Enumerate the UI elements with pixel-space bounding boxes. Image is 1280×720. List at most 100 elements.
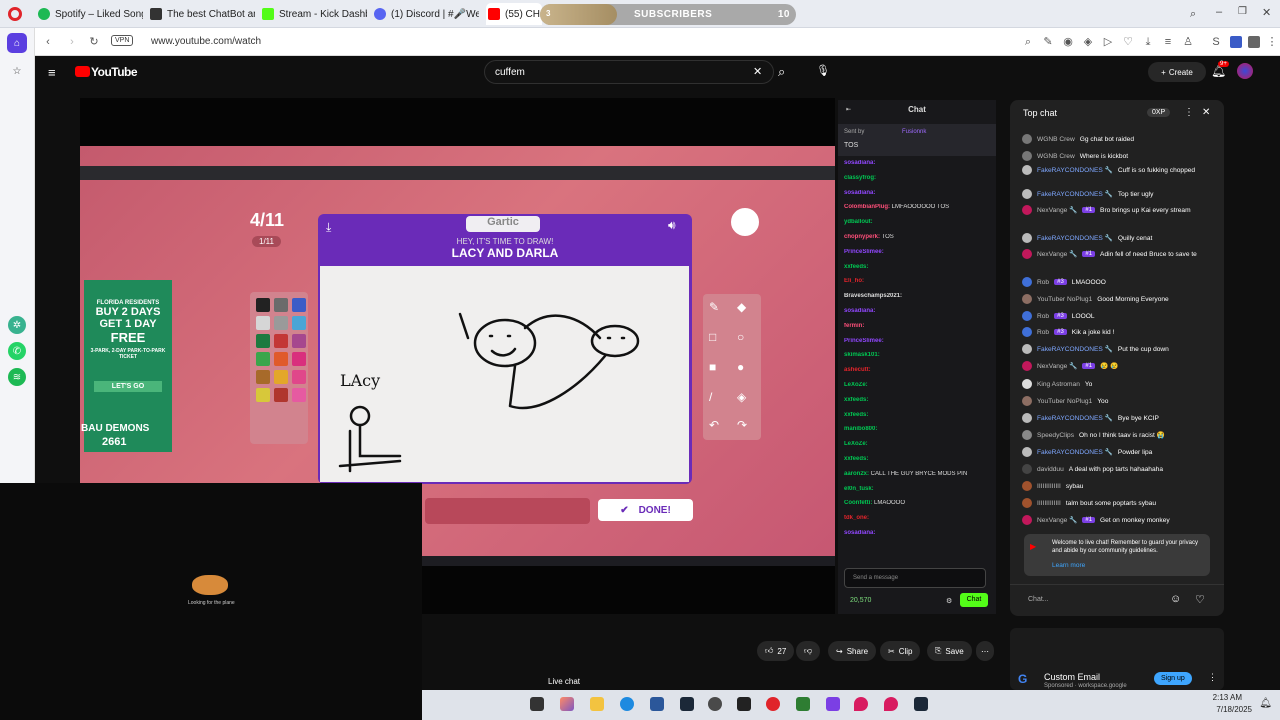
chat-author[interactable]: IIIIIIIIIIIII <box>1037 483 1061 490</box>
palette-swatch[interactable] <box>292 334 306 348</box>
stream-chat-user[interactable]: fermin: <box>844 323 864 329</box>
app-pink-icon[interactable] <box>854 697 868 711</box>
steam2-icon[interactable] <box>914 697 928 711</box>
filled-rect-tool-icon[interactable]: ■ <box>709 360 716 374</box>
stream-chat-user[interactable]: chopnyperk: <box>844 234 880 240</box>
save-button[interactable]: ⎘ Save <box>927 641 972 661</box>
chat-author[interactable]: FakeRAYCONDONES 🔧 <box>1037 234 1113 242</box>
palette-swatch[interactable] <box>274 316 288 330</box>
chat-author[interactable]: FakeRAYCONDONES 🔧 <box>1037 166 1113 174</box>
chat-author[interactable]: WGNB Crew <box>1037 136 1075 143</box>
search-icon[interactable]: ⌕ <box>778 64 785 80</box>
chatgpt-icon[interactable]: ✲ <box>8 316 26 334</box>
file-explorer-icon[interactable] <box>590 697 604 711</box>
close-chat-icon[interactable]: ✕ <box>1202 107 1210 118</box>
chat-author[interactable]: FakeRAYCONDONES 🔧 <box>1037 190 1113 198</box>
top-chat-dropdown[interactable]: Top chat <box>1023 108 1057 118</box>
stream-chat-user[interactable]: manibo800: <box>844 426 877 432</box>
download-icon[interactable]: ⤓ <box>1142 36 1154 48</box>
chat-author[interactable]: NexVange 🔧 <box>1037 206 1077 214</box>
tab-search-icon[interactable]: ⌕ <box>1190 8 1196 21</box>
spotify-sidebar-icon[interactable]: ≋ <box>8 368 26 386</box>
chat-more-icon[interactable]: ⋮ <box>1184 107 1194 118</box>
chat-author[interactable]: FakeRAYCONDONES 🔧 <box>1037 448 1113 456</box>
sign-up-button[interactable]: Sign up <box>1154 672 1192 685</box>
star-icon[interactable]: ☆ <box>8 62 26 80</box>
chat-author[interactable]: Rob <box>1037 329 1049 336</box>
tab-discord[interactable]: (1) Discord | #🎤Welcom <box>374 3 479 25</box>
xp-badge[interactable]: 0XP <box>1147 108 1171 117</box>
chat-author[interactable]: Rob <box>1037 313 1049 320</box>
palette-swatch[interactable] <box>274 388 288 402</box>
url-text[interactable]: www.youtube.com/watch <box>151 36 261 47</box>
home-icon[interactable]: ⌂ <box>7 33 27 53</box>
obs-icon[interactable] <box>708 697 722 711</box>
extension-grid-icon[interactable] <box>1248 36 1260 48</box>
stream-chat-user[interactable]: skimask101: <box>844 352 880 358</box>
edit-icon[interactable]: ✎ <box>1042 36 1054 48</box>
stream-chat-user[interactable]: xxfeeds: <box>844 397 868 403</box>
stream-chat-user[interactable]: tdk_one: <box>844 515 869 521</box>
eraser-tool-icon[interactable]: ◆ <box>737 300 746 314</box>
whatsapp-icon[interactable]: ✆ <box>8 342 26 360</box>
share-button[interactable]: ↪ Share <box>828 641 877 661</box>
heart-icon[interactable]: ♡ <box>1122 36 1134 48</box>
stream-chat-user[interactable]: LeXoZe: <box>844 441 868 447</box>
chat-author[interactable]: IIIIIIIIIIIII <box>1037 500 1061 507</box>
extension-blue-icon[interactable] <box>1230 36 1242 48</box>
done-button[interactable]: ✔ DONE! <box>598 499 693 521</box>
stream-chat-user[interactable]: PrinceSlimee: <box>844 249 884 255</box>
chat-author[interactable]: davidduu <box>1037 466 1064 473</box>
line-tool-icon[interactable]: / <box>709 390 712 404</box>
tab-chatbot[interactable]: The best ChatBot and Wi <box>150 3 255 25</box>
stream-chat-user[interactable]: Coonfetti: <box>844 500 872 506</box>
ad-more-icon[interactable]: ⋮ <box>1208 672 1217 683</box>
forward-icon[interactable]: › <box>66 36 78 48</box>
circle-tool-icon[interactable]: ○ <box>737 330 744 344</box>
create-button[interactable]: + Create <box>1148 62 1206 82</box>
palette-swatch[interactable] <box>274 298 288 312</box>
avatar[interactable] <box>1237 63 1253 79</box>
chat-author[interactable]: Rob <box>1037 279 1049 286</box>
stream-chat-user[interactable]: sosadiana: <box>844 160 875 166</box>
chat-author[interactable]: NexVange 🔧 <box>1037 362 1077 370</box>
stream-chat-user[interactable]: sosadiana: <box>844 308 875 314</box>
more-actions-button[interactable]: ⋯ <box>976 641 994 661</box>
notification-center-icon[interactable]: 🔔︎ <box>1259 698 1272 709</box>
palette-swatch[interactable] <box>256 370 270 384</box>
stream-chat-user[interactable]: sosadiana: <box>844 190 875 196</box>
chat-author[interactable]: YouTuber NoPlug1 <box>1037 296 1092 303</box>
chat-author[interactable]: WGNB Crew <box>1037 153 1075 160</box>
extension-s-icon[interactable]: S <box>1210 36 1222 48</box>
app-pink2-icon[interactable] <box>884 697 898 711</box>
reload-icon[interactable]: ↻ <box>88 36 100 48</box>
tab-kick-dashboard[interactable]: Stream - Kick Dashboard <box>262 3 367 25</box>
palette-swatch[interactable] <box>274 352 288 366</box>
emoji-icon[interactable]: ☺ <box>1170 593 1181 605</box>
stream-chat-user[interactable]: sosadiana: <box>844 530 875 536</box>
chat-author[interactable]: FakeRAYCONDONES 🔧 <box>1037 345 1113 353</box>
palette-swatch[interactable] <box>256 298 270 312</box>
copilot-icon[interactable] <box>560 697 574 711</box>
stream-chat-user[interactable]: el0n_tusk: <box>844 486 874 492</box>
store-icon[interactable] <box>650 697 664 711</box>
volume-icon[interactable]: 🔊︎ <box>668 218 676 233</box>
chat-settings-icon[interactable]: ⚙ <box>946 597 952 605</box>
stream-chat-user[interactable]: ydballout: <box>844 219 873 225</box>
live-chat-input[interactable]: Chat... <box>1028 596 1049 603</box>
menu-lines-icon[interactable]: ≡ <box>1162 36 1174 48</box>
filled-circle-tool-icon[interactable]: ● <box>737 360 744 374</box>
heart-reaction-icon[interactable]: ♡ <box>1195 593 1205 606</box>
rectangle-tool-icon[interactable]: □ <box>709 330 716 344</box>
close-window-icon[interactable]: ✕ <box>1262 6 1271 19</box>
sponsored-ad-card[interactable]: G Custom Email Sponsored · workspace.goo… <box>1010 628 1224 690</box>
pencil-tool-icon[interactable]: ✎ <box>709 300 719 314</box>
stream-chat-user[interactable]: PrinceSlimee: <box>844 338 884 344</box>
opera-taskbar-icon[interactable] <box>766 697 780 711</box>
profile-icon[interactable]: ♙ <box>1182 36 1194 48</box>
stream-chat-user[interactable]: xxfeeds: <box>844 412 868 418</box>
undo-icon[interactable]: ↶ <box>709 418 719 432</box>
palette-swatch[interactable] <box>256 334 270 348</box>
palette-swatch[interactable] <box>292 388 306 402</box>
lens-icon[interactable]: ⌕ <box>1022 36 1034 48</box>
